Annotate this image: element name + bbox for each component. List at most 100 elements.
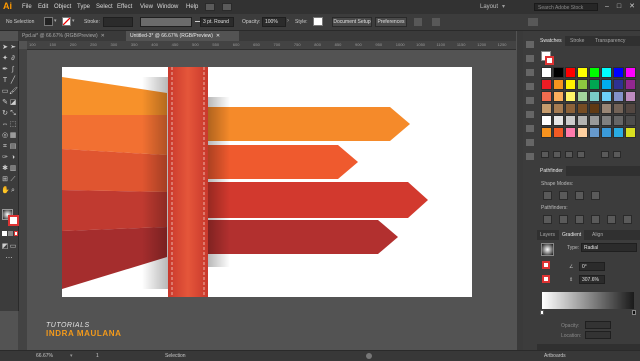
swatch[interactable]	[613, 91, 624, 102]
menu-view[interactable]: View	[140, 0, 153, 14]
exclude-icon[interactable]	[591, 191, 600, 200]
swatch[interactable]	[577, 79, 588, 90]
gradient-angle-field[interactable]: 0°	[579, 262, 605, 271]
swatch[interactable]	[589, 127, 600, 138]
swatch[interactable]	[601, 79, 612, 90]
swatch-stroke-indicator[interactable]	[545, 56, 554, 65]
preferences-button[interactable]: Preferences	[375, 17, 407, 27]
symbols-icon[interactable]	[526, 83, 534, 90]
screen-mode-icon[interactable]: ▭	[9, 243, 17, 251]
swatch[interactable]	[613, 103, 624, 114]
swatch[interactable]	[625, 91, 636, 102]
menu-effect[interactable]: Effect	[117, 0, 132, 14]
direct-selection-tool-icon[interactable]: ➣	[9, 44, 17, 52]
swatch-options-icon[interactable]	[565, 151, 573, 158]
shape-builder-icon[interactable]: ◎	[1, 132, 9, 140]
swatch[interactable]	[613, 79, 624, 90]
tab-pathfinder[interactable]: Pathfinder	[537, 166, 566, 176]
menu-window[interactable]: Window	[157, 0, 178, 14]
intersect-icon[interactable]	[575, 191, 584, 200]
line-tool-icon[interactable]: ╱	[9, 77, 17, 85]
opacity-label[interactable]: Opacity:	[242, 17, 260, 27]
curvature-tool-icon[interactable]: ∫	[9, 66, 17, 74]
swatch[interactable]	[553, 115, 564, 126]
swatch[interactable]	[577, 103, 588, 114]
align-icon[interactable]	[414, 18, 422, 26]
transform-panel-icon[interactable]	[526, 139, 534, 146]
merge-icon[interactable]	[575, 215, 584, 224]
opacity-chevron-icon[interactable]: ›	[287, 18, 289, 24]
swatch[interactable]	[625, 115, 636, 126]
links-icon[interactable]	[526, 153, 534, 160]
arrange-documents-icon[interactable]	[222, 3, 232, 11]
gradient-mode-icon[interactable]	[8, 231, 13, 236]
stroke-color-box[interactable]	[8, 215, 19, 226]
swatch[interactable]	[541, 91, 552, 102]
panel-menu-icon[interactable]	[528, 18, 538, 26]
tab-gradient[interactable]: Gradient	[559, 230, 585, 240]
swatch[interactable]	[577, 115, 588, 126]
gradient-stop-end[interactable]	[632, 310, 636, 315]
blend-tool-icon[interactable]: ◑	[9, 154, 17, 162]
slice-tool-icon[interactable]: ⟋	[9, 176, 17, 184]
swatch[interactable]	[625, 103, 636, 114]
minimize-icon[interactable]: –	[601, 0, 613, 14]
fill-dropdown-icon[interactable]: ▾	[54, 18, 57, 24]
artboard-tool-icon[interactable]: ⊞	[1, 176, 9, 184]
swatch[interactable]	[589, 91, 600, 102]
swatch[interactable]	[577, 67, 588, 78]
menu-help[interactable]: Help	[186, 0, 198, 14]
gradient-slider[interactable]	[542, 292, 634, 309]
swatch[interactable]	[553, 103, 564, 114]
gradient-stop-start[interactable]	[540, 310, 544, 315]
minus-back-icon[interactable]	[623, 215, 632, 224]
close-tab-icon[interactable]: ✕	[216, 33, 220, 39]
swatch[interactable]	[565, 115, 576, 126]
swatch[interactable]	[541, 103, 552, 114]
swatch[interactable]	[553, 91, 564, 102]
selection-tool-icon[interactable]: ➤	[1, 44, 9, 52]
eraser-icon[interactable]: ◪	[9, 99, 17, 107]
swatch[interactable]	[565, 79, 576, 90]
outline-icon[interactable]	[607, 215, 616, 224]
tab-transparency[interactable]: Transparency	[592, 36, 628, 46]
swatch[interactable]	[565, 67, 576, 78]
brushes-icon[interactable]	[526, 69, 534, 76]
divide-icon[interactable]	[543, 215, 552, 224]
bridge-icon[interactable]	[205, 3, 215, 11]
gradient-stroke-swatch-2[interactable]	[542, 275, 550, 283]
minus-front-icon[interactable]	[559, 191, 568, 200]
gradient-tool-icon[interactable]: ▤	[9, 143, 17, 151]
swatch[interactable]	[565, 91, 576, 102]
swatch[interactable]	[613, 115, 624, 126]
color-guide-icon[interactable]	[526, 55, 534, 62]
symbol-sprayer-icon[interactable]: ✱	[1, 165, 9, 173]
hand-tool-icon[interactable]: ✋	[1, 187, 10, 195]
swatch[interactable]	[601, 115, 612, 126]
brush-definition-select[interactable]: 3 pt. Round	[200, 17, 234, 27]
lasso-icon[interactable]: ∂	[9, 55, 17, 63]
swatch[interactable]	[553, 67, 564, 78]
swatch-libraries-icon[interactable]	[541, 151, 549, 158]
swatch[interactable]	[601, 67, 612, 78]
menu-file[interactable]: File	[22, 0, 32, 14]
gradient-location-field[interactable]	[585, 331, 611, 339]
color-mode-icon[interactable]	[2, 231, 7, 236]
swatch[interactable]	[577, 91, 588, 102]
swatch[interactable]	[625, 67, 636, 78]
menu-select[interactable]: Select	[96, 0, 113, 14]
perspective-grid-icon[interactable]: ▦	[9, 132, 17, 140]
vertical-ruler[interactable]	[18, 49, 27, 350]
color-panel-icon[interactable]	[526, 41, 534, 48]
close-tab-icon[interactable]: ✕	[101, 33, 105, 39]
swatch[interactable]	[625, 79, 636, 90]
swatch[interactable]	[589, 67, 600, 78]
document-setup-button[interactable]: Document Setup	[332, 17, 372, 27]
aspect-ratio-field[interactable]: 307.6%	[579, 275, 605, 284]
swatch[interactable]	[601, 91, 612, 102]
none-mode-icon[interactable]	[14, 231, 18, 236]
swatch[interactable]	[565, 103, 576, 114]
paintbrush-icon[interactable]: 🖌	[9, 88, 18, 96]
appearance-icon[interactable]	[526, 111, 534, 118]
graphic-styles-icon[interactable]	[526, 97, 534, 104]
